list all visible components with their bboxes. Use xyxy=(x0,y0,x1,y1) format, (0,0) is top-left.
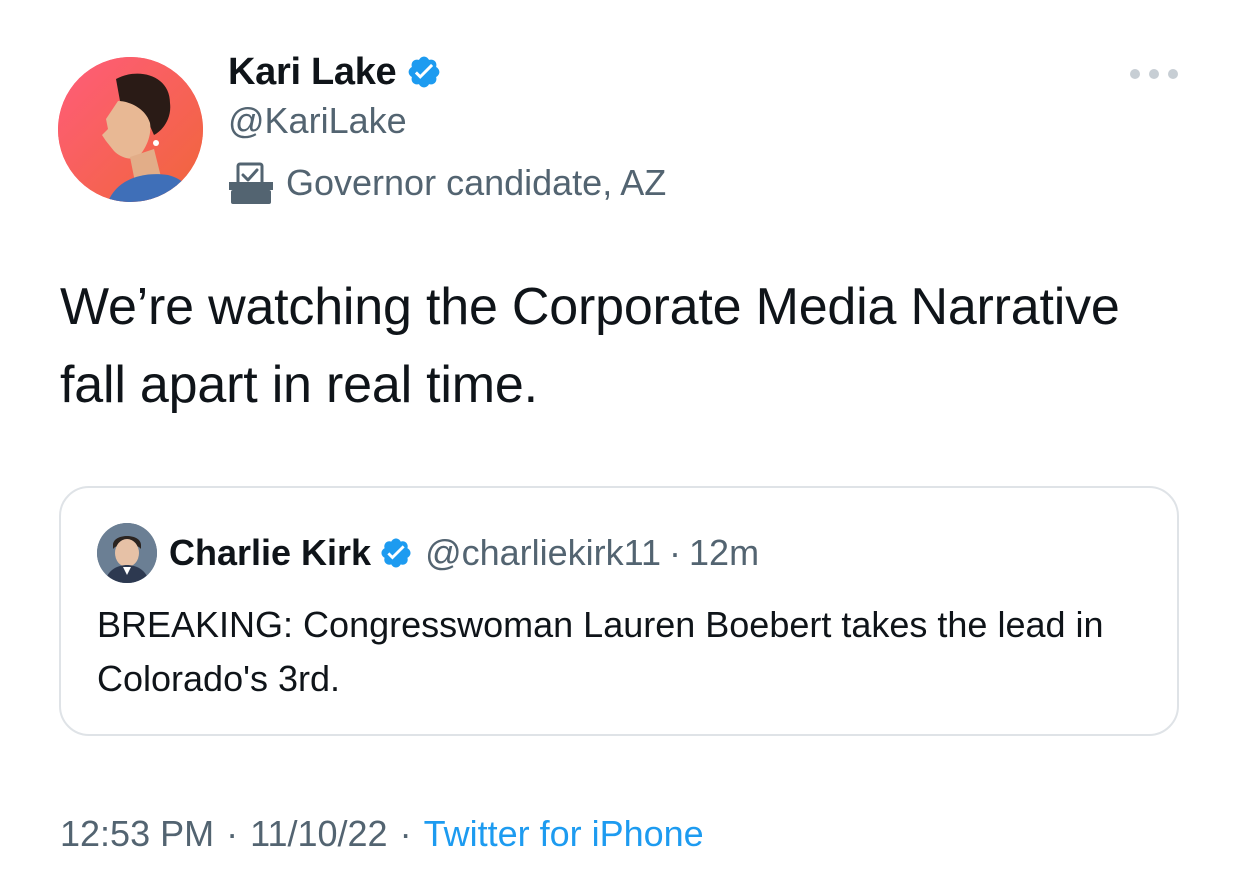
quoted-tweet-header: Charlie Kirk @charliekirk11 · 12m xyxy=(97,522,759,584)
verified-badge-icon xyxy=(379,536,413,570)
quoted-tweet-card[interactable]: Charlie Kirk @charliekirk11 · 12m BREAKI… xyxy=(59,486,1179,736)
author-affiliation-label: Governor candidate, AZ xyxy=(286,162,667,203)
author-name-row: Kari Lake xyxy=(228,47,442,97)
author-display-name[interactable]: Kari Lake xyxy=(228,51,397,94)
author-avatar-image xyxy=(58,57,203,202)
quoted-tweet-time[interactable]: 12m xyxy=(689,532,759,574)
tweet-text: We’re watching the Corporate Media Narra… xyxy=(60,278,1120,414)
quoted-separator: · xyxy=(669,532,682,573)
quoted-author-avatar[interactable] xyxy=(97,523,157,583)
quoted-author-display-name[interactable]: Charlie Kirk xyxy=(169,532,371,574)
tweet-date[interactable]: 11/10/22 xyxy=(250,813,387,855)
author-handle[interactable]: @KariLake xyxy=(228,100,407,142)
tweet-footer: 12:53 PM · 11/10/22 · Twitter for iPhone xyxy=(60,808,704,860)
more-dots-icon xyxy=(1130,69,1140,79)
author-label-row: Governor candidate, AZ xyxy=(226,158,666,208)
verified-badge-icon xyxy=(406,54,442,90)
quoted-author-handle[interactable]: @charliekirk11 xyxy=(425,532,661,574)
tweet-timestamp[interactable]: 12:53 PM xyxy=(60,813,214,855)
footer-separator: · xyxy=(226,813,239,854)
footer-separator: · xyxy=(399,813,412,854)
tweet-source-link[interactable]: Twitter for iPhone xyxy=(424,813,704,855)
more-options-button[interactable] xyxy=(1130,62,1178,86)
tweet-container: Kari Lake @KariLake Governor candidate, … xyxy=(0,0,1241,873)
author-avatar[interactable] xyxy=(58,57,203,202)
more-dots-icon xyxy=(1168,69,1178,79)
ballot-box-icon xyxy=(226,158,276,208)
more-dots-icon xyxy=(1149,69,1159,79)
quoted-tweet-text: BREAKING: Congresswoman Lauren Boebert t… xyxy=(97,604,1104,699)
